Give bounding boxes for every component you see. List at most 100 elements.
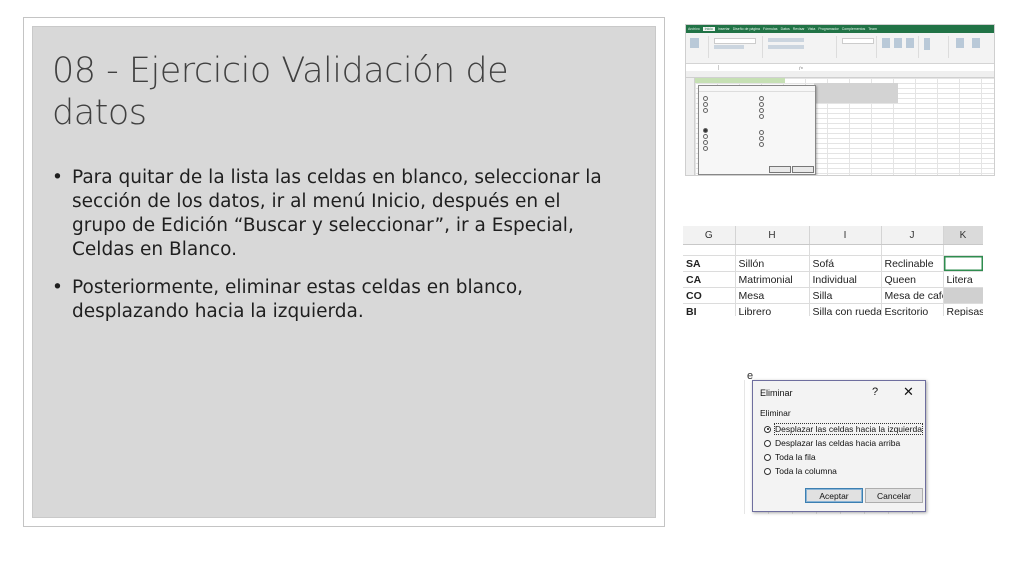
radio-selected-icon[interactable] (764, 425, 771, 433)
cell[interactable]: Repisas (943, 303, 983, 316)
option-entire-column[interactable]: Toda la columna (764, 465, 837, 477)
ribbon-tab[interactable]: Datos (781, 27, 790, 31)
cell[interactable]: Queen (881, 271, 944, 288)
cell[interactable]: Individual (809, 271, 882, 288)
ok-button[interactable] (769, 166, 791, 173)
ribbon-tabs: Archivo Inicio Insertar Diseño de página… (686, 25, 994, 33)
sort-filter-icon[interactable] (956, 38, 964, 48)
font-format-icons[interactable] (714, 45, 744, 49)
cell[interactable]: Librero (735, 303, 810, 316)
cell[interactable]: Matrimonial (735, 271, 810, 288)
cell[interactable]: Silla (809, 287, 882, 304)
radio-option[interactable] (703, 146, 708, 151)
delete-dialog: Eliminar ? ✕ Eliminar Desplazar las celd… (752, 380, 926, 512)
ribbon-tab-active[interactable]: Inicio (702, 27, 715, 31)
cell[interactable] (881, 244, 944, 256)
number-format-box[interactable] (842, 38, 874, 44)
table-row: SA Sillón Sofá Reclinable (683, 255, 983, 272)
radio-option[interactable] (759, 102, 764, 107)
cell[interactable]: Escritorio (881, 303, 944, 316)
column-header[interactable]: J (881, 226, 944, 245)
column-header[interactable]: I (809, 226, 882, 245)
alignment-icons[interactable] (768, 45, 804, 49)
radio-option[interactable] (703, 102, 708, 107)
find-select-icon[interactable] (972, 38, 980, 48)
cell[interactable] (943, 244, 983, 256)
ribbon-tab[interactable]: Archivo (688, 27, 700, 31)
ribbon-tab[interactable]: Vista (808, 27, 816, 31)
go-to-special-dialog (698, 85, 816, 175)
cell[interactable]: Reclinable (881, 255, 944, 272)
cell[interactable]: BI (683, 303, 736, 316)
radio-option[interactable] (759, 130, 764, 135)
radio-option[interactable] (703, 140, 708, 145)
cell[interactable]: Litera (943, 271, 983, 288)
ribbon-tab[interactable]: Team (868, 27, 877, 31)
option-shift-left[interactable]: Desplazar las celdas hacia la izquierda (764, 423, 923, 435)
cell[interactable] (735, 244, 810, 256)
dialog-title: Eliminar (760, 388, 793, 398)
radio-option[interactable] (759, 108, 764, 113)
cell[interactable] (683, 244, 736, 256)
header-row-highlight (695, 78, 785, 83)
bullet-list: Para quitar de la lista las celdas en bl… (52, 166, 612, 338)
radio-option[interactable] (703, 96, 708, 101)
cell[interactable]: Mesa de café (881, 287, 944, 304)
ribbon-group-divider (948, 36, 949, 58)
column-header-selected[interactable]: K (943, 226, 983, 245)
radio-icon[interactable] (764, 453, 771, 461)
radio-option[interactable] (703, 134, 708, 139)
cancel-button[interactable]: Cancelar (865, 488, 923, 503)
selected-range[interactable] (814, 83, 898, 103)
ribbon-group-divider (762, 36, 763, 58)
table-row: BI Librero Silla con ruedas Escritorio R… (683, 303, 983, 316)
cell-styles-icon[interactable] (906, 38, 914, 48)
cell[interactable]: Mesa (735, 287, 810, 304)
name-box[interactable] (688, 65, 719, 70)
radio-option[interactable] (703, 108, 708, 113)
cell[interactable]: CO (683, 287, 736, 304)
close-icon[interactable]: ✕ (903, 384, 914, 400)
help-button[interactable]: ? (872, 386, 878, 398)
column-header[interactable]: H (735, 226, 810, 245)
cell-blank-selected[interactable] (943, 287, 983, 304)
ribbon-tab[interactable]: Complementos (842, 27, 866, 31)
ribbon-tab[interactable]: Programador (818, 27, 838, 31)
fx-icon: ƒx (799, 65, 803, 70)
accept-button[interactable]: Aceptar (805, 488, 863, 503)
radio-icon[interactable] (764, 467, 771, 475)
cell[interactable]: SA (683, 255, 736, 272)
option-label: Desplazar las celdas hacia arriba (775, 438, 901, 448)
ribbon-group-divider (836, 36, 837, 58)
radio-icon[interactable] (764, 439, 771, 447)
option-entire-row[interactable]: Toda la fila (764, 451, 816, 463)
cells-screenshot: G H I J K SA Sillón Sofá Reclinable CA M… (683, 226, 983, 316)
cell[interactable]: Sillón (735, 255, 810, 272)
ribbon-tab[interactable]: Fórmulas (763, 27, 778, 31)
radio-option-selected[interactable] (703, 128, 708, 133)
option-shift-up[interactable]: Desplazar las celdas hacia arriba (764, 437, 900, 449)
row-headers (686, 78, 695, 175)
radio-option[interactable] (759, 96, 764, 101)
table-format-icon[interactable] (894, 38, 902, 48)
radio-option[interactable] (759, 114, 764, 119)
radio-option[interactable] (759, 136, 764, 141)
slide-title: 08 - Ejercicio Validación de datos (52, 51, 509, 133)
cell[interactable]: CA (683, 271, 736, 288)
cell-selected[interactable] (943, 255, 983, 272)
cancel-button[interactable] (792, 166, 814, 173)
ribbon-tab[interactable]: Diseño de página (733, 27, 760, 31)
paste-icon[interactable] (690, 38, 699, 48)
delete-dialog-screenshot: e Eliminar ? ✕ Eliminar Desplazar las ce… (744, 370, 934, 514)
column-header[interactable]: G (683, 226, 736, 245)
cell[interactable] (809, 244, 882, 256)
cell[interactable]: Silla con ruedas (809, 303, 882, 316)
ribbon-tab[interactable]: Revisar (793, 27, 805, 31)
ribbon-tab[interactable]: Insertar (718, 27, 730, 31)
alignment-icons[interactable] (768, 38, 804, 42)
conditional-format-icon[interactable] (882, 38, 890, 48)
radio-option[interactable] (759, 142, 764, 147)
cell[interactable]: Sofá (809, 255, 882, 272)
font-box[interactable] (714, 38, 756, 44)
cells-icons[interactable] (924, 38, 930, 50)
